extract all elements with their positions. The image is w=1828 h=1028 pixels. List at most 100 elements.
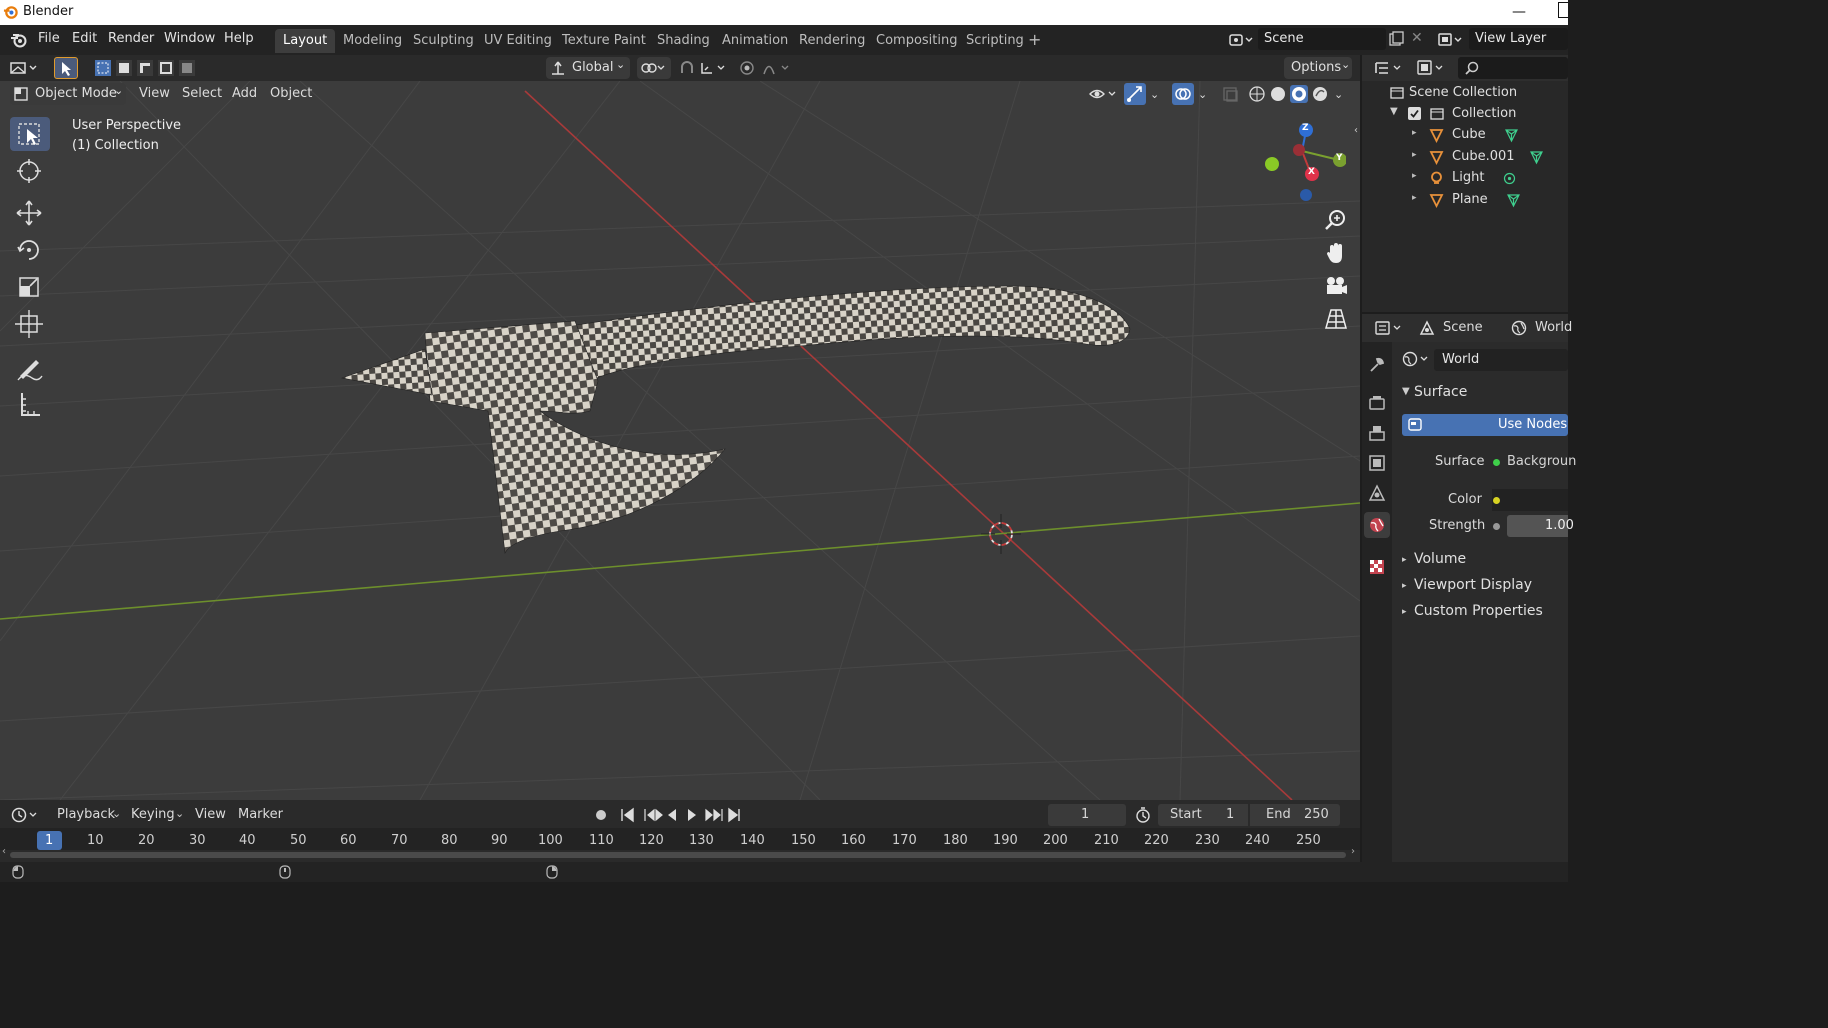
chevron-left-icon[interactable]: ‹ — [2, 846, 6, 857]
custom-properties-expand-icon[interactable]: ▸ — [1402, 607, 1407, 617]
color-field[interactable] — [1492, 489, 1568, 511]
menu-help[interactable]: Help — [224, 31, 254, 46]
timeline-editor-icon[interactable] — [10, 806, 42, 824]
blender-menu-icon[interactable] — [10, 32, 28, 48]
tab-scripting[interactable]: Scripting — [958, 29, 1032, 53]
viewport-display-expand-icon[interactable]: ▸ — [1402, 581, 1407, 591]
custom-properties-section-header[interactable]: Custom Properties — [1414, 603, 1543, 619]
pan-hand-icon[interactable] — [1323, 240, 1349, 266]
viewport-display-section-header[interactable]: Viewport Display — [1414, 577, 1532, 593]
expand-arrow-icon[interactable]: ▸ — [1412, 171, 1417, 181]
render-tab-icon[interactable] — [1368, 394, 1386, 412]
tool-select-box[interactable] — [10, 117, 50, 151]
properties-editor-icon[interactable] — [1374, 319, 1406, 337]
timeline-menu-view[interactable]: View — [195, 807, 226, 822]
timeline-menu-playback[interactable]: Playback — [57, 807, 115, 822]
view-layer-icon[interactable] — [1437, 31, 1465, 49]
delete-scene-icon[interactable]: ✕ — [1411, 30, 1423, 46]
world-tab-icon[interactable] — [1364, 512, 1390, 538]
tab-compositing[interactable]: Compositing — [868, 29, 966, 53]
use-nodes-button[interactable]: Use Nodes — [1402, 414, 1568, 436]
volume-section-header[interactable]: Volume — [1414, 551, 1466, 567]
tool-move[interactable] — [10, 196, 50, 230]
outliner-item-light[interactable]: ▸ Light — [1412, 168, 1568, 190]
output-tab-icon[interactable] — [1368, 424, 1386, 442]
timeline-menu-marker[interactable]: Marker — [238, 807, 283, 822]
transform-orientation-dropdown[interactable]: Global ⌄ — [546, 57, 630, 79]
tool-measure[interactable] — [10, 387, 50, 421]
tab-sculpting[interactable]: Sculpting — [405, 29, 482, 53]
maximize-button[interactable] — [1558, 2, 1568, 18]
strength-field[interactable]: 1.00 — [1492, 515, 1574, 537]
outliner-item-plane[interactable]: ▸ Plane — [1412, 190, 1568, 212]
chevron-down-icon[interactable]: ⌄ — [175, 807, 184, 820]
timeline-menu-keying[interactable]: Keying — [131, 807, 175, 822]
expand-arrow-icon[interactable]: ▸ — [1412, 193, 1417, 203]
tab-shading[interactable]: Shading — [649, 29, 718, 53]
outliner-item-cube-001[interactable]: ▸ Cube.001 — [1412, 147, 1568, 169]
end-frame-field[interactable]: End 250 — [1250, 804, 1340, 826]
outliner-item-cube[interactable]: ▸ Cube — [1412, 125, 1568, 147]
tool-rotate[interactable] — [10, 233, 50, 267]
editor-type-icon[interactable] — [8, 59, 42, 77]
viewport-menu-view[interactable]: View — [139, 86, 170, 101]
outliner-editor-icon[interactable] — [1374, 59, 1406, 77]
surface-collapse-icon[interactable]: ▼ — [1402, 386, 1410, 397]
tab-modeling[interactable]: Modeling — [335, 29, 410, 53]
chevron-down-icon[interactable]: ⌄ — [112, 807, 121, 820]
viewport-menu-object[interactable]: Object — [270, 86, 312, 101]
tool-transform[interactable] — [10, 307, 50, 341]
tab-layout[interactable]: Layout — [275, 29, 336, 53]
object-mode-dropdown[interactable]: Object Mode ⌄ — [10, 83, 126, 105]
snap-icon[interactable] — [678, 59, 728, 77]
options-dropdown[interactable]: Options ⌄ — [1284, 57, 1352, 79]
tab-rendering[interactable]: Rendering — [791, 29, 873, 53]
overlays-icon[interactable] — [1172, 83, 1194, 105]
viewport-menu-add[interactable]: Add — [232, 86, 257, 101]
current-frame-field[interactable]: 1 — [1048, 804, 1126, 826]
navigation-gizmo[interactable]: Z Y X — [1262, 119, 1346, 203]
menu-file[interactable]: File — [38, 31, 60, 46]
visibility-icon[interactable] — [1088, 85, 1120, 103]
new-scene-icon[interactable] — [1388, 31, 1404, 47]
outliner-collection[interactable]: ▼ Collection — [1390, 104, 1568, 126]
pivot-point-dropdown[interactable] — [637, 57, 671, 79]
breadcrumb-world[interactable]: World — [1535, 320, 1572, 335]
tool-scale[interactable] — [10, 270, 50, 304]
sidebar-toggle-icon[interactable]: ‹ — [1354, 125, 1358, 136]
expand-arrow-icon[interactable]: ▸ — [1412, 150, 1417, 160]
scene-name-field[interactable]: Scene — [1258, 28, 1386, 50]
view-layer-tab-icon[interactable] — [1368, 454, 1386, 472]
world-selector-icon[interactable] — [1402, 350, 1432, 368]
texture-tab-icon[interactable] — [1368, 558, 1386, 576]
menu-window[interactable]: Window — [164, 31, 215, 46]
menu-render[interactable]: Render — [108, 31, 154, 46]
camera-view-icon[interactable] — [1323, 273, 1349, 299]
chevron-down-icon[interactable]: ⌄ — [1150, 88, 1159, 101]
outliner-search-input[interactable] — [1458, 57, 1568, 79]
viewport-canvas[interactable] — [0, 81, 1360, 800]
volume-expand-icon[interactable]: ▸ — [1402, 555, 1407, 565]
collection-checkbox[interactable] — [1408, 107, 1421, 120]
proportional-editing-icon[interactable] — [738, 59, 794, 77]
start-frame-field[interactable]: Start 1 — [1158, 804, 1248, 826]
selection-mode-icons[interactable] — [94, 59, 198, 77]
view-layer-field[interactable]: View Layer — [1469, 28, 1568, 50]
viewport-menu-select[interactable]: Select — [182, 86, 222, 101]
add-workspace-button[interactable]: + — [1028, 30, 1041, 49]
3d-viewport[interactable]: Object Mode ⌄ View Select Add Object ⌄ ⌄… — [0, 81, 1360, 800]
surface-shader-field[interactable]: Backgroun — [1492, 451, 1576, 473]
select-tool-button[interactable] — [54, 57, 78, 79]
stopwatch-icon[interactable] — [1134, 806, 1152, 824]
chevron-right-icon[interactable]: › — [1351, 846, 1355, 857]
chevron-down-icon[interactable]: ⌄ — [1198, 88, 1207, 101]
perspective-toggle-icon[interactable] — [1323, 306, 1349, 332]
shading-mode-icons[interactable] — [1248, 85, 1332, 103]
chevron-down-icon[interactable]: ⌄ — [1334, 88, 1343, 101]
tab-animation[interactable]: Animation — [714, 29, 796, 53]
display-mode-icon[interactable] — [1416, 59, 1448, 77]
breadcrumb-scene[interactable]: Scene — [1443, 320, 1483, 335]
zoom-icon[interactable] — [1323, 207, 1349, 233]
xray-icon[interactable] — [1222, 86, 1240, 102]
minimize-button[interactable]: — — [1512, 4, 1526, 20]
